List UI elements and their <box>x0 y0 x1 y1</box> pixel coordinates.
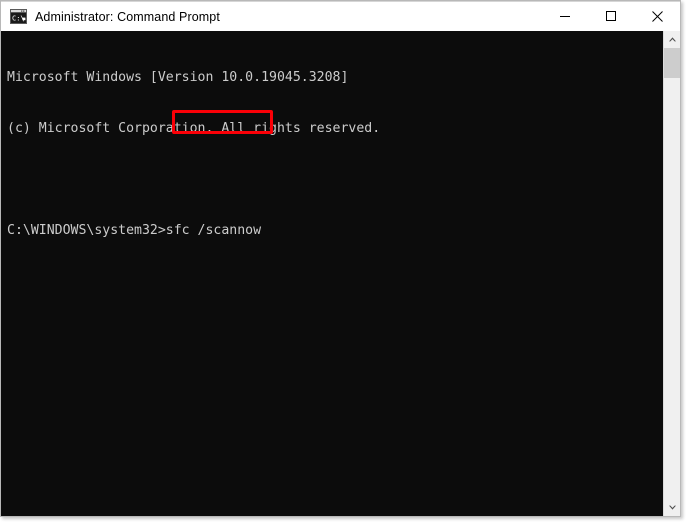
maximize-button[interactable] <box>588 2 634 31</box>
window-title: Administrator: Command Prompt <box>35 9 220 24</box>
console-window-icon: C:\ <box>10 9 27 24</box>
console-line: (c) Microsoft Corporation. All rights re… <box>7 121 381 136</box>
minimize-button[interactable] <box>542 2 588 31</box>
console-line: Microsoft Windows [Version 10.0.19045.32… <box>7 70 349 85</box>
console-body[interactable]: Microsoft Windows [Version 10.0.19045.32… <box>1 31 680 516</box>
window-controls <box>542 2 680 32</box>
scrollbar-track[interactable] <box>664 48 680 499</box>
console-scrollbar[interactable] <box>663 31 680 516</box>
scrollbar-thumb[interactable] <box>664 48 680 78</box>
scroll-down-arrow-icon[interactable] <box>664 499 680 516</box>
command-prompt-window: C:\ Administrator: Command Prompt Micros… <box>0 0 681 517</box>
console-prompt-line: C:\WINDOWS\system32>sfc /scannow <box>7 223 262 238</box>
scroll-up-arrow-icon[interactable] <box>664 31 680 48</box>
console-output[interactable]: Microsoft Windows [Version 10.0.19045.32… <box>3 31 663 516</box>
title-bar[interactable]: C:\ Administrator: Command Prompt <box>1 1 680 31</box>
close-button[interactable] <box>634 2 680 31</box>
